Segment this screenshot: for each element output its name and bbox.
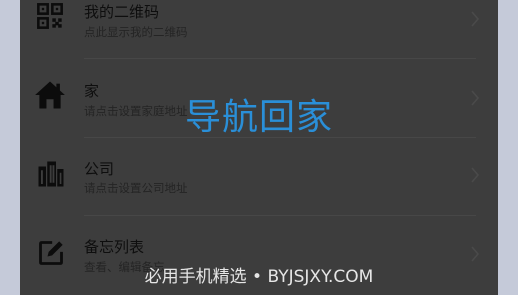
list-item-subtitle: 点此显示我的二维码	[84, 25, 188, 39]
list-item-subtitle: 请点击设置公司地址	[84, 181, 188, 195]
overlay-title: 导航回家	[184, 97, 333, 138]
settings-screen: 我的二维码 点此显示我的二维码 家 请点击设置家庭地址 公司 请点击设置公司地址…	[20, 0, 498, 295]
list-item-qr-code[interactable]: 我的二维码 点此显示我的二维码	[20, 0, 498, 56]
list-item-title: 备忘列表	[84, 238, 145, 256]
chevron-right-icon	[470, 10, 480, 28]
list-item-title: 公司	[84, 160, 115, 178]
chevron-right-icon	[470, 166, 480, 184]
building-icon	[36, 159, 66, 189]
chevron-right-icon	[470, 245, 480, 263]
list-item-company[interactable]: 公司 请点击设置公司地址	[20, 137, 498, 215]
qr-code-icon	[36, 2, 64, 30]
watermark-text: 必用手机精选 • BYJSJXY.COM	[144, 267, 374, 287]
list-item-title: 我的二维码	[84, 3, 160, 21]
